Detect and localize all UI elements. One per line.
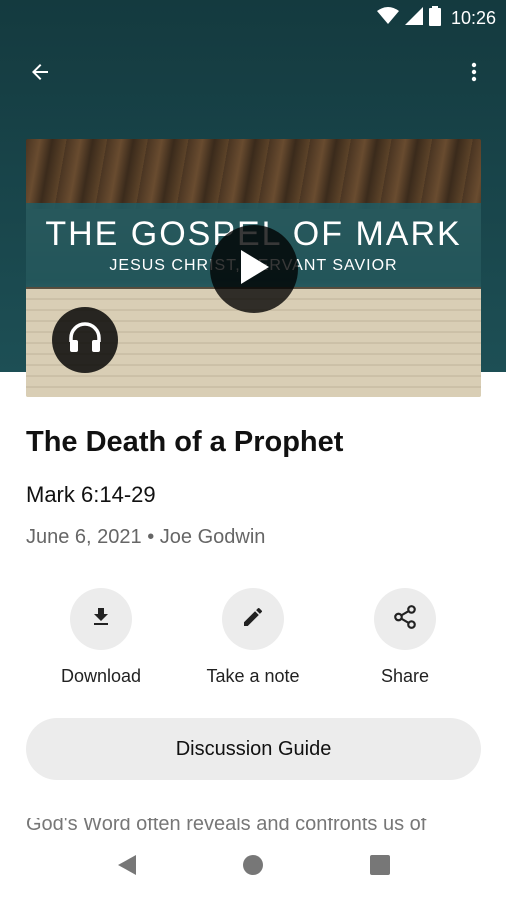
nav-home-button[interactable] — [240, 854, 266, 880]
back-button[interactable] — [22, 56, 58, 92]
meta-separator: • — [147, 526, 155, 548]
play-button[interactable] — [210, 225, 298, 313]
pencil-icon — [241, 605, 265, 634]
take-note-button[interactable] — [222, 588, 284, 650]
take-note-action[interactable]: Take a note — [183, 588, 323, 687]
share-action[interactable]: Share — [335, 588, 475, 687]
download-icon — [89, 605, 113, 634]
speaker-name: Joe Godwin — [159, 526, 266, 548]
description-text: God's Word often reveals and confronts u… — [26, 818, 427, 834]
nav-back-icon — [116, 854, 138, 881]
more-options-button[interactable] — [456, 56, 492, 92]
wifi-icon — [376, 6, 399, 30]
discussion-guide-label: Discussion Guide — [175, 737, 332, 760]
nav-back-button[interactable] — [114, 854, 140, 880]
more-vertical-icon — [462, 60, 486, 89]
battery-icon — [428, 5, 441, 31]
sermon-date: June 6, 2021 — [26, 526, 142, 548]
sermon-meta: June 6, 2021 • Joe Godwin — [26, 526, 265, 549]
status-bar: 10:26 — [0, 0, 506, 36]
take-note-label: Take a note — [206, 666, 300, 686]
play-icon — [237, 248, 271, 291]
artwork-wood-texture — [26, 139, 481, 209]
share-icon — [392, 604, 418, 635]
headphones-icon — [68, 321, 102, 359]
system-nav-bar — [0, 834, 506, 900]
share-label: Share — [380, 666, 430, 686]
share-button[interactable] — [374, 588, 436, 650]
nav-recents-icon — [369, 854, 391, 881]
sermon-title: The Death of a Prophet — [26, 426, 344, 458]
description-preview: God's Word often reveals and confronts u… — [26, 818, 486, 834]
discussion-guide-button[interactable]: Discussion Guide — [26, 718, 481, 780]
arrow-left-icon — [28, 60, 52, 89]
status-time: 10:26 — [450, 7, 496, 28]
nav-recents-button[interactable] — [367, 854, 393, 880]
nav-home-icon — [242, 854, 264, 881]
sermon-artwork: THE GOSPEL OF MARK JESUS CHRIST, SERVANT… — [26, 139, 481, 397]
download-button[interactable] — [70, 588, 132, 650]
scripture-reference: Mark 6:14-29 — [26, 482, 156, 507]
audio-button[interactable] — [52, 307, 118, 373]
toolbar — [0, 48, 506, 100]
download-label: Download — [60, 666, 142, 686]
signal-icon — [404, 6, 423, 30]
download-action[interactable]: Download — [31, 588, 171, 687]
